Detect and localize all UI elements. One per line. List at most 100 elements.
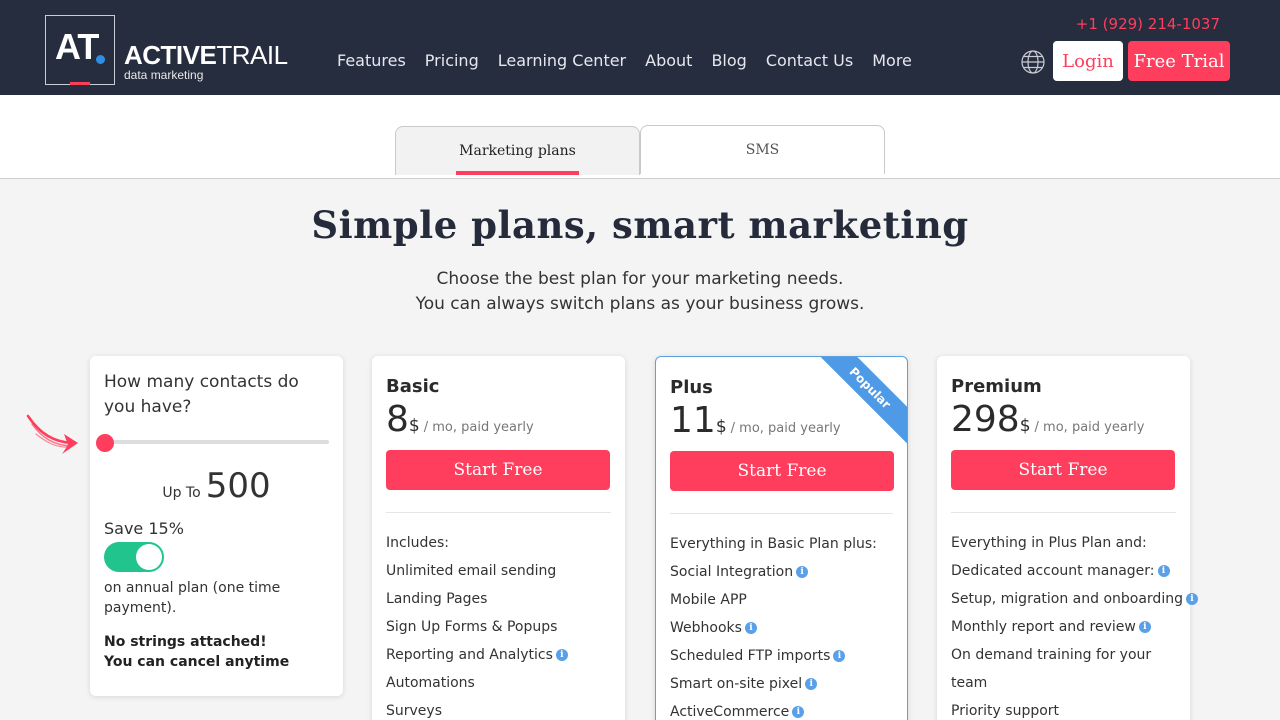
up-to-value: 500 [205,466,271,506]
nav-more[interactable]: More [872,51,912,70]
feature-item: Reporting and Analytics i [386,641,611,669]
nav-contact-us[interactable]: Contact Us [766,51,853,70]
nav-learning-center[interactable]: Learning Center [498,51,626,70]
pointer-arrow-icon [26,414,78,454]
feature-text: Everything in Plus Plan and: [951,535,1147,551]
feature-item: Includes: [386,529,611,557]
feature-item: Everything in Basic Plan plus: [670,530,893,558]
feature-text: Priority support [951,703,1060,719]
plan-price: 11 $ / mo, paid yearly [670,400,893,441]
activetrail-logo[interactable]: AT ACTIVETRAIL data marketing [45,15,288,85]
feature-item: Smart on-site pixel i [670,670,893,698]
plan-name: Premium [951,376,1042,397]
divider [951,512,1176,513]
feature-text: Automations [386,675,475,691]
feature-text: Reporting and Analytics [386,647,553,663]
nav-about[interactable]: About [645,51,692,70]
plan-tabs: Marketing plans SMS [0,95,1280,179]
contacts-slider-handle[interactable] [96,434,114,452]
feature-list: Includes: Unlimited email sending Landin… [386,529,611,720]
page-title: Simple plans, smart marketing [311,203,969,247]
info-icon[interactable]: i [796,566,809,578]
nav-blog[interactable]: Blog [711,51,746,70]
feature-item: ActiveCommerce i [670,698,893,720]
active-tab-indicator [456,171,579,175]
info-icon[interactable]: i [744,622,757,634]
annual-plan-toggle[interactable] [104,542,164,572]
feature-list: Everything in Basic Plan plus: Social In… [670,530,893,720]
tab-marketing-plans[interactable]: Marketing plans [395,126,640,175]
feature-text: Setup, migration and onboarding [951,591,1183,607]
toggle-knob [136,544,162,570]
logo-wordmark-bold: ACTIVE [124,40,217,70]
start-free-button-basic[interactable]: Start Free [386,450,610,490]
subtitle-line-2: You can always switch plans as your busi… [415,294,865,314]
start-free-button-plus[interactable]: Start Free [670,451,894,491]
feature-item: Sign Up Forms & Popups [386,613,611,641]
feature-text: Unlimited email sending [386,563,557,579]
feature-item: Priority support [951,697,1176,720]
logo-tagline: data marketing [124,68,204,82]
login-button[interactable]: Login [1053,41,1123,81]
phone-number[interactable]: +1 (929) 214-1037 [1076,15,1220,33]
feature-item: On demand training for your team [951,641,1176,697]
site-header: AT ACTIVETRAIL data marketing Features P… [0,0,1280,95]
feature-item: Everything in Plus Plan and: [951,529,1176,557]
price-period: / mo, paid yearly [423,420,534,435]
contacts-slider-track[interactable] [104,440,329,444]
feature-text: On demand training for your team [951,647,1152,691]
info-icon[interactable]: i [792,706,805,718]
nav-pricing[interactable]: Pricing [425,51,479,70]
free-trial-button[interactable]: Free Trial [1128,41,1230,81]
nav-features[interactable]: Features [337,51,406,70]
no-strings-line: No strings attached! [104,634,267,650]
feature-item: Setup, migration and onboarding i [951,585,1198,613]
feature-text: Webhooks [670,620,742,636]
feature-text: Social Integration [670,564,794,580]
logo-mark-text: AT [55,26,99,67]
feature-text: Surveys [386,703,442,719]
info-icon[interactable]: i [555,649,568,661]
page-subtitle: Choose the best plan for your marketing … [0,267,1280,317]
price-amount: 11 [670,400,716,441]
plan-name: Basic [386,376,440,397]
globe-icon[interactable] [1020,49,1046,75]
info-icon[interactable]: i [1138,621,1151,633]
logo-wordmark: ACTIVETRAIL [124,40,288,71]
subtitle-line-1: Choose the best plan for your marketing … [436,269,844,289]
feature-item: Automations [386,669,611,697]
cancel-anytime-line: You can cancel anytime [104,654,290,670]
tab-sms-label: SMS [745,142,780,158]
info-icon[interactable]: i [805,678,818,690]
logo-bar [70,82,90,85]
feature-text: Landing Pages [386,591,488,607]
info-icon[interactable]: i [1157,565,1170,577]
tab-sms[interactable]: SMS [640,125,885,174]
feature-item: Webhooks i [670,614,893,642]
feature-item: Monthly report and review i [951,613,1176,641]
feature-item: Scheduled FTP imports i [670,642,893,670]
feature-item: Surveys [386,697,611,720]
logo-mark: AT [45,15,115,85]
feature-item: Landing Pages [386,585,611,613]
price-amount: 8 [386,399,409,440]
feature-item: Mobile APP [670,586,893,614]
info-icon[interactable]: i [1185,593,1198,605]
feature-text: Sign Up Forms & Popups [386,619,558,635]
feature-text: Dedicated account manager: [951,563,1155,579]
feature-list: Everything in Plus Plan and: Dedicated a… [951,529,1198,720]
feature-text: Mobile APP [670,592,747,608]
feature-item: Unlimited email sending [386,557,611,585]
save-label: Save 15% [104,519,184,538]
contacts-question: How many contacts do you have? [104,372,299,417]
start-free-button-premium[interactable]: Start Free [951,450,1175,490]
plan-card-plus: Popular Plus 11 $ / mo, paid yearly Star… [655,356,908,720]
contacts-count: Up To 500 [90,466,343,506]
info-icon[interactable]: i [833,650,846,662]
feature-text: Everything in Basic Plan plus: [670,536,877,552]
feature-text: Includes: [386,535,449,551]
price-currency: $ [408,416,420,436]
main-nav: Features Pricing Learning Center About B… [337,51,912,70]
divider [670,513,893,514]
plan-card-premium: Premium 298 $ / mo, paid yearly Start Fr… [937,356,1198,720]
